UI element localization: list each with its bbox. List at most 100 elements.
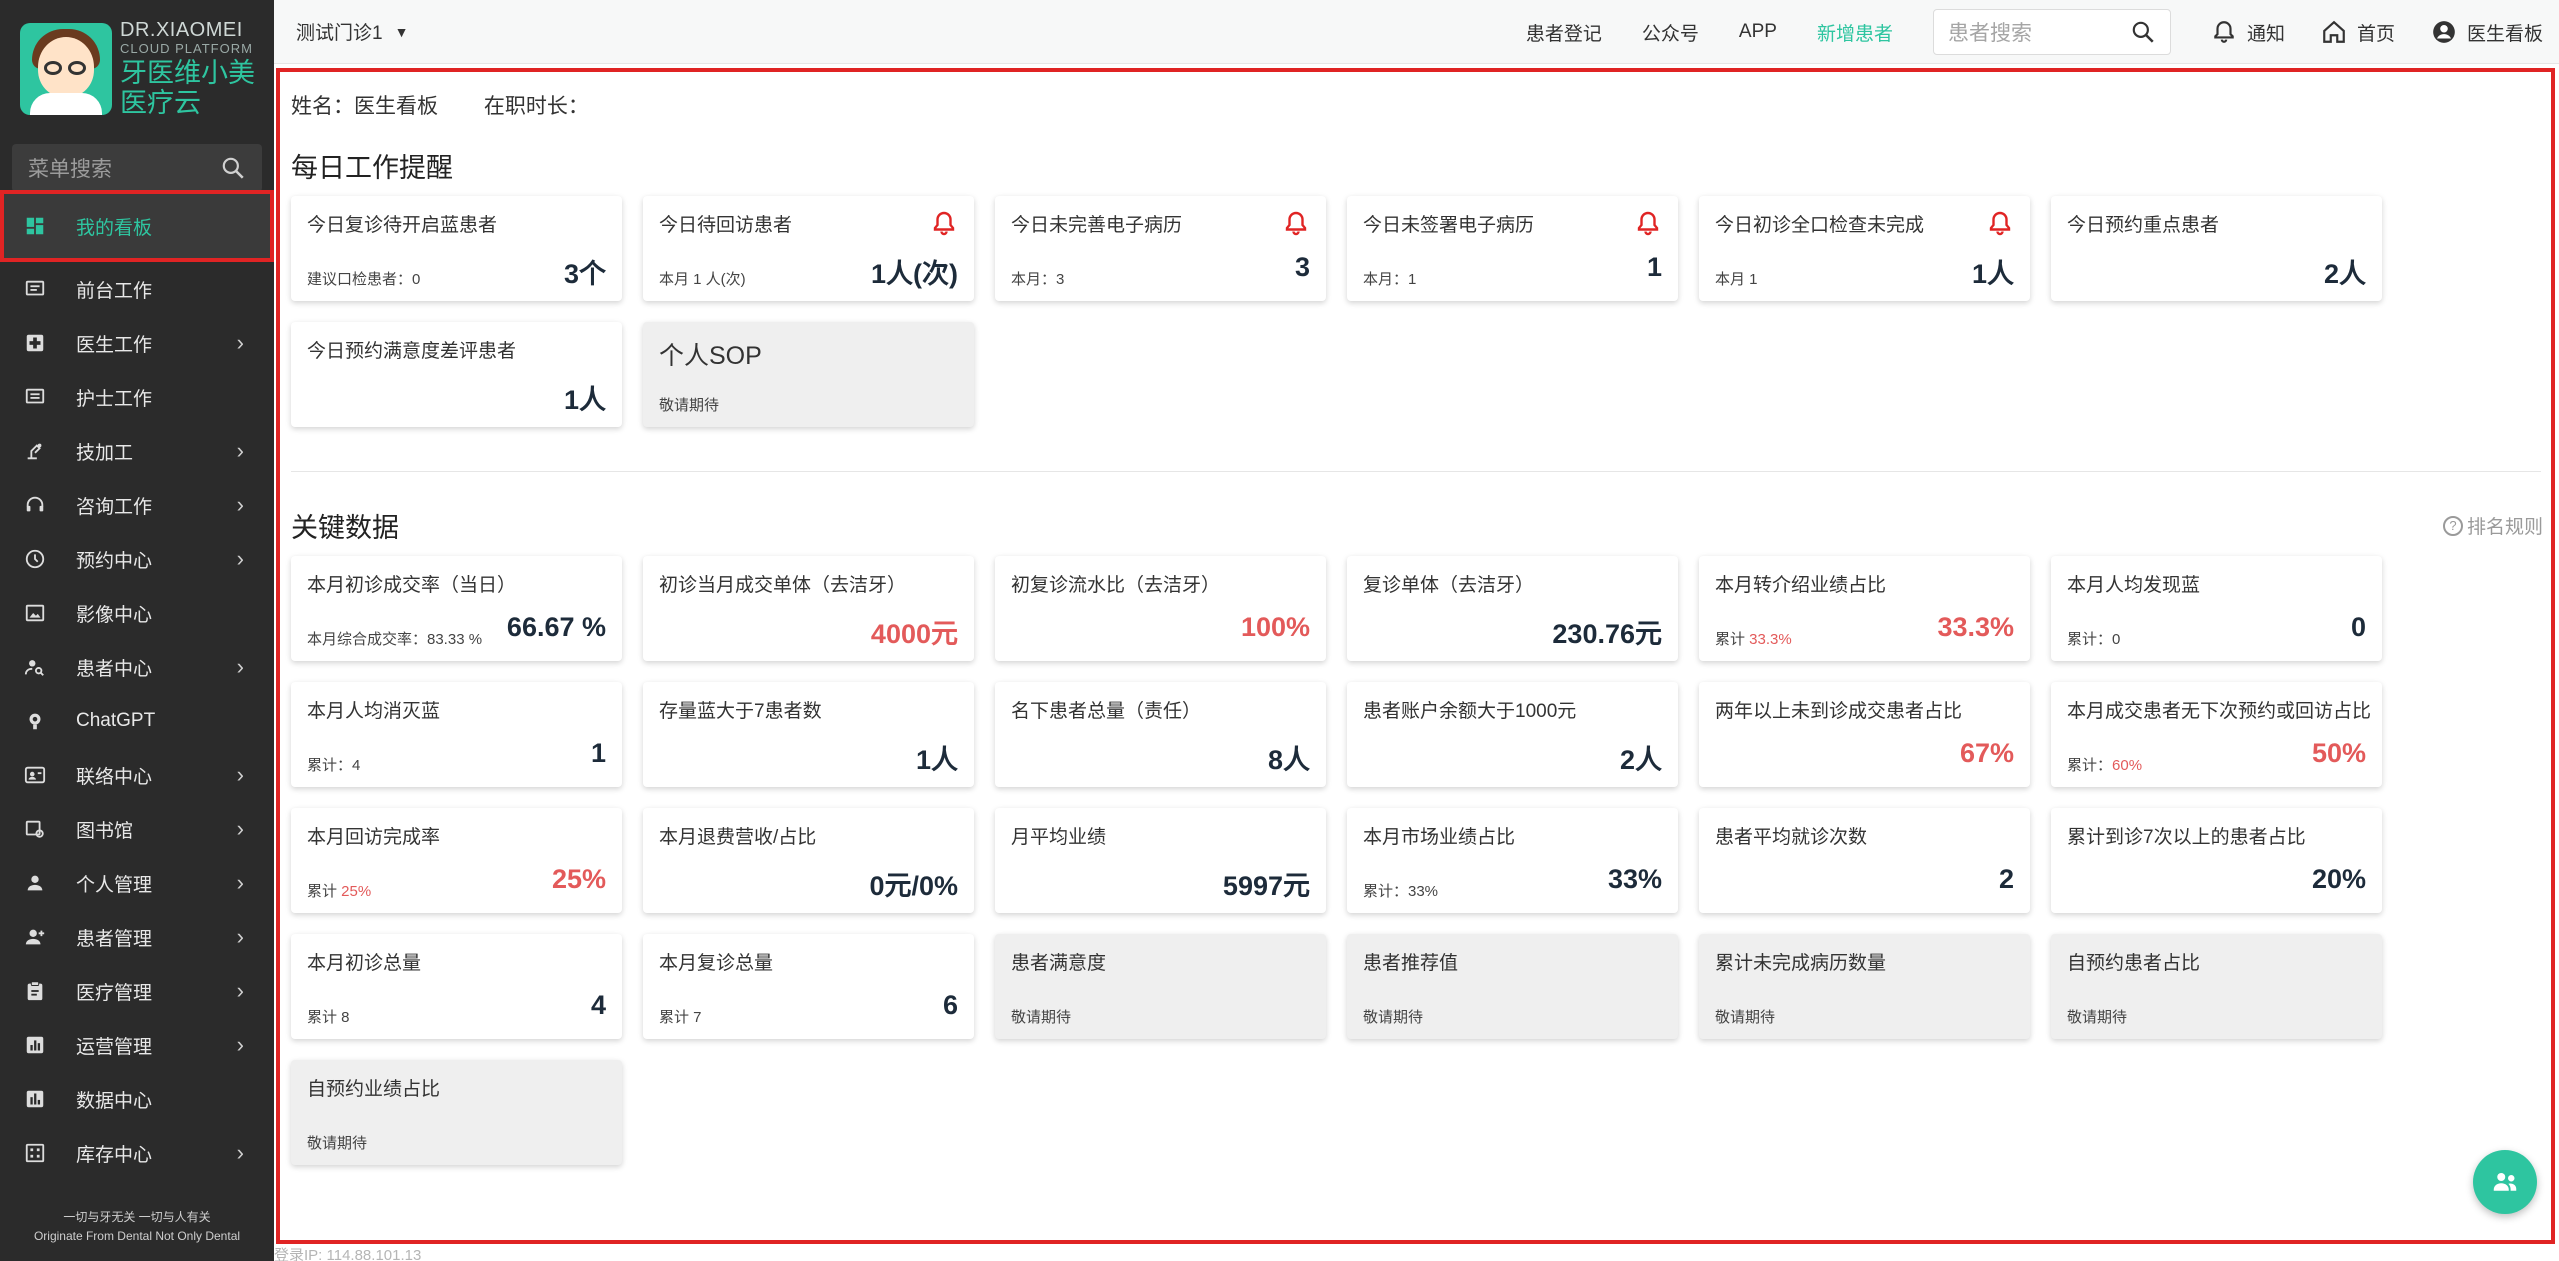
card-subtext: 累计 7 (659, 1006, 702, 1027)
sidebar-item-label: 数据中心 (76, 1090, 153, 1112)
sidebar-item-15[interactable]: 运营管理 › (0, 1018, 274, 1072)
clinic-selector[interactable]: 测试门诊1 ▼ (296, 18, 408, 45)
metric-card[interactable]: 本月回访完成率 累计 25% 25% (291, 808, 622, 913)
sidebar-item-9[interactable]: ChatGPT (0, 694, 274, 748)
metric-card[interactable]: 本月转介绍业绩占比 累计 33.3% 33.3% (1699, 556, 2030, 661)
metric-card[interactable]: 自预约患者占比 敬请期待 (2051, 934, 2382, 1039)
metric-card[interactable]: 本月退费营收/占比 0元/0% (643, 808, 974, 913)
card-subtext-label: 敬请期待 (1715, 1009, 1776, 1026)
metric-card[interactable]: 今日预约重点患者 2人 (2051, 196, 2382, 301)
lab-tool-icon (24, 440, 46, 462)
patient-register-link[interactable]: 患者登记 (1526, 19, 1602, 46)
user-menu[interactable]: 医生看板 (2431, 19, 2543, 46)
metric-card[interactable]: 本月市场业绩占比 累计：33% 33% (1347, 808, 1678, 913)
new-patient-link[interactable]: 新增患者 (1817, 19, 1893, 46)
metric-card[interactable]: 患者满意度 敬请期待 (995, 934, 1326, 1039)
metric-card[interactable]: 初诊当月成交单体（去洁牙） 4000元 (643, 556, 974, 661)
menu-search-input[interactable]: 菜单搜索 (12, 144, 262, 192)
metric-card[interactable]: 复诊单体（去洁牙） 230.76元 (1347, 556, 1678, 661)
sidebar-item-0[interactable]: 我的看板 (0, 190, 274, 262)
patient-search-input[interactable]: 患者搜索 (1932, 9, 2171, 55)
card-value: 67% (1959, 738, 2014, 768)
chevron-down-icon: ▼ (394, 23, 409, 40)
metric-card[interactable]: 本月复诊总量 累计 7 6 (643, 934, 974, 1039)
card-subtext-value: 60% (2112, 757, 2143, 774)
card-title: 今日预约满意度差评患者 (307, 341, 517, 362)
card-title: 患者账户余额大于1000元 (1363, 701, 1577, 722)
card-title: 今日未签署电子病历 (1363, 215, 1535, 236)
metric-card[interactable]: 自预约业绩占比 敬请期待 (291, 1060, 622, 1165)
card-value: 5997元 (1222, 871, 1310, 901)
card-value: 4000元 (870, 619, 958, 649)
home-button[interactable]: 首页 (2321, 19, 2395, 46)
sidebar-item-8[interactable]: 患者中心 › (0, 640, 274, 694)
metric-card[interactable]: 初复诊流水比（去洁牙） 100% (995, 556, 1326, 661)
sidebar-item-6[interactable]: 预约中心 › (0, 532, 274, 586)
sidebar-item-5[interactable]: 咨询工作 › (0, 478, 274, 532)
search-icon[interactable] (220, 155, 246, 181)
metric-card[interactable]: 累计未完成病历数量 敬请期待 (1699, 934, 2030, 1039)
ranking-rules-link[interactable]: ? 排名规则 (2442, 512, 2543, 539)
sidebar-item-1[interactable]: 前台工作 (0, 262, 274, 316)
chevron-right-icon: › (236, 492, 244, 517)
staff-name: 姓名：医生看板 (291, 95, 438, 118)
sidebar-item-13[interactable]: 患者管理 › (0, 910, 274, 964)
metric-card[interactable]: 名下患者总量（责任） 8人 (995, 682, 1326, 787)
metric-card[interactable]: 月平均业绩 5997元 (995, 808, 1326, 913)
metric-card[interactable]: 本月初诊总量 累计 8 4 (291, 934, 622, 1039)
official-account-link[interactable]: 公众号 (1642, 19, 1699, 46)
sidebar-item-7[interactable]: 影像中心 (0, 586, 274, 640)
card-subtext-label: 建议口检患者：0 (307, 271, 421, 288)
metric-card[interactable]: 今日预约满意度差评患者 1人 (291, 322, 622, 427)
metric-card[interactable]: 累计到诊7次以上的患者占比 20% (2051, 808, 2382, 913)
metric-card[interactable]: 存量蓝大于7患者数 1人 (643, 682, 974, 787)
metric-card[interactable]: 今日复诊待开启蓝患者 建议口检患者：0 3个 (291, 196, 622, 301)
sidebar-item-2[interactable]: 医生工作 › (0, 316, 274, 370)
metric-card[interactable]: 患者平均就诊次数 2 (1699, 808, 2030, 913)
card-title: 本月初诊成交率（当日） (307, 575, 517, 596)
card-value: 2 (1998, 864, 2014, 894)
footer-slogan-en: Originate From Dental Not Only Dental (33, 1229, 241, 1243)
data-chart-icon (24, 1088, 46, 1110)
metric-card[interactable]: 今日未签署电子病历 本月：1 1 (1347, 196, 1678, 301)
sidebar-item-11[interactable]: 图书馆 › (0, 802, 274, 856)
metric-card[interactable]: 今日未完善电子病历 本月：3 3 (995, 196, 1326, 301)
card-value: 1人 (1971, 259, 2014, 289)
card-subtext-value: 25% (341, 883, 372, 900)
sidebar-item-label: 技加工 (76, 442, 134, 464)
metric-card[interactable]: 本月成交患者无下次预约或回访占比 累计：60% 50% (2051, 682, 2382, 787)
metric-card[interactable]: 两年以上未到诊成交患者占比 67% (1699, 682, 2030, 787)
card-subtext: 本月：1 (1363, 268, 1416, 289)
metric-card[interactable]: 今日初诊全口检查未完成 本月 1 1人 (1699, 196, 2030, 301)
card-subtext-label: 累计 (1715, 631, 1750, 648)
card-subtext: 累计 33.3% (1715, 628, 1792, 649)
metric-card[interactable]: 患者推荐值 敬请期待 (1347, 934, 1678, 1039)
sidebar-item-12[interactable]: 个人管理 › (0, 856, 274, 910)
metric-card[interactable]: 本月初诊成交率（当日） 本月综合成交率：83.33 % 66.67 % (291, 556, 622, 661)
sidebar-item-4[interactable]: 技加工 › (0, 424, 274, 478)
sidebar-item-3[interactable]: 护士工作 (0, 370, 274, 424)
sidebar-item-10[interactable]: 联络中心 › (0, 748, 274, 802)
metric-card[interactable]: 患者账户余额大于1000元 2人 (1347, 682, 1678, 787)
card-subtext: 敬请期待 (659, 394, 719, 415)
card-value: 1人 (563, 385, 606, 415)
metric-card[interactable]: 今日待回访患者 本月 1 人(次) 1人(次) (643, 196, 974, 301)
card-title: 本月转介绍业绩占比 (1715, 575, 1887, 596)
metric-card[interactable]: 本月人均发现蓝 累计：0 0 (2051, 556, 2382, 661)
search-icon[interactable] (2130, 19, 2156, 45)
card-title: 本月市场业绩占比 (1363, 827, 1516, 848)
chevron-right-icon: › (236, 978, 244, 1003)
notification-button[interactable]: 通知 (2211, 19, 2285, 46)
chevron-right-icon: › (236, 870, 244, 895)
sidebar-item-14[interactable]: 医疗管理 › (0, 964, 274, 1018)
key-data-title: 关键数据 (291, 513, 399, 543)
metric-card[interactable]: 本月人均消灭蓝 累计：4 1 (291, 682, 622, 787)
card-subtext-label: 敬请期待 (307, 1135, 368, 1152)
patient-fab-button[interactable] (2473, 1150, 2537, 1214)
sidebar-item-17[interactable]: 库存中心 › (0, 1126, 274, 1180)
sidebar-item-label: 影像中心 (76, 604, 153, 626)
logo[interactable]: DR.XIAOMEI CLOUD PLATFORM 牙医维小美 医疗云 (20, 20, 256, 118)
sidebar-item-16[interactable]: 数据中心 (0, 1072, 274, 1126)
metric-card[interactable]: 个人SOP 敬请期待 (643, 322, 974, 427)
app-link[interactable]: APP (1739, 21, 1777, 43)
